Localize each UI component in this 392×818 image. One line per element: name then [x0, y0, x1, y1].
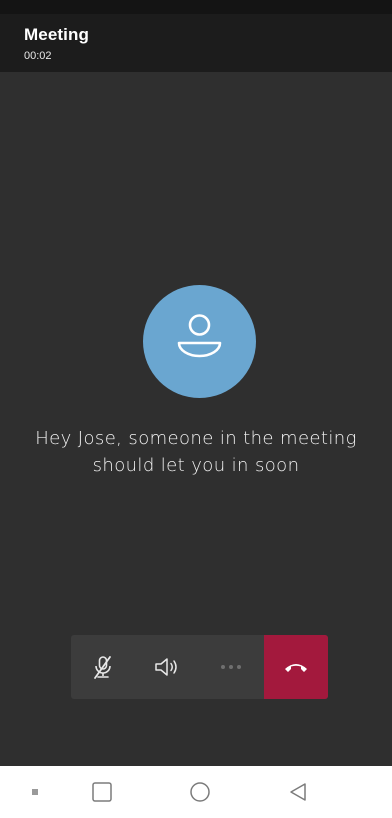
lobby-area: Hey Jose, someone in the meeting should …: [0, 72, 392, 766]
more-options-button[interactable]: [199, 635, 263, 699]
back-triangle-icon: [290, 783, 306, 801]
recents-button[interactable]: [82, 766, 122, 818]
back-button[interactable]: [276, 766, 320, 818]
call-controls: [71, 635, 328, 699]
speaker-icon: [155, 658, 177, 676]
recents-square-icon: [92, 782, 112, 802]
more-options-icon: [221, 665, 241, 669]
system-nav-bar: [0, 766, 392, 818]
mic-off-icon: [94, 656, 111, 679]
hang-up-icon: [285, 664, 307, 672]
meeting-title: Meeting: [24, 25, 89, 44]
speaker-button[interactable]: [135, 635, 199, 699]
home-button[interactable]: [178, 766, 222, 818]
avatar: [143, 285, 256, 398]
lobby-message: Hey Jose, someone in the meeting should …: [35, 428, 357, 476]
mute-button[interactable]: [71, 635, 135, 699]
notifications-dot-icon: [24, 766, 46, 818]
person-icon: [177, 314, 222, 358]
hang-up-button[interactable]: [264, 635, 328, 699]
meeting-timer: 00:02: [24, 50, 52, 62]
status-bar: [0, 0, 392, 14]
meeting-header: Meeting 00:02: [0, 14, 392, 72]
home-circle-icon: [190, 782, 210, 802]
